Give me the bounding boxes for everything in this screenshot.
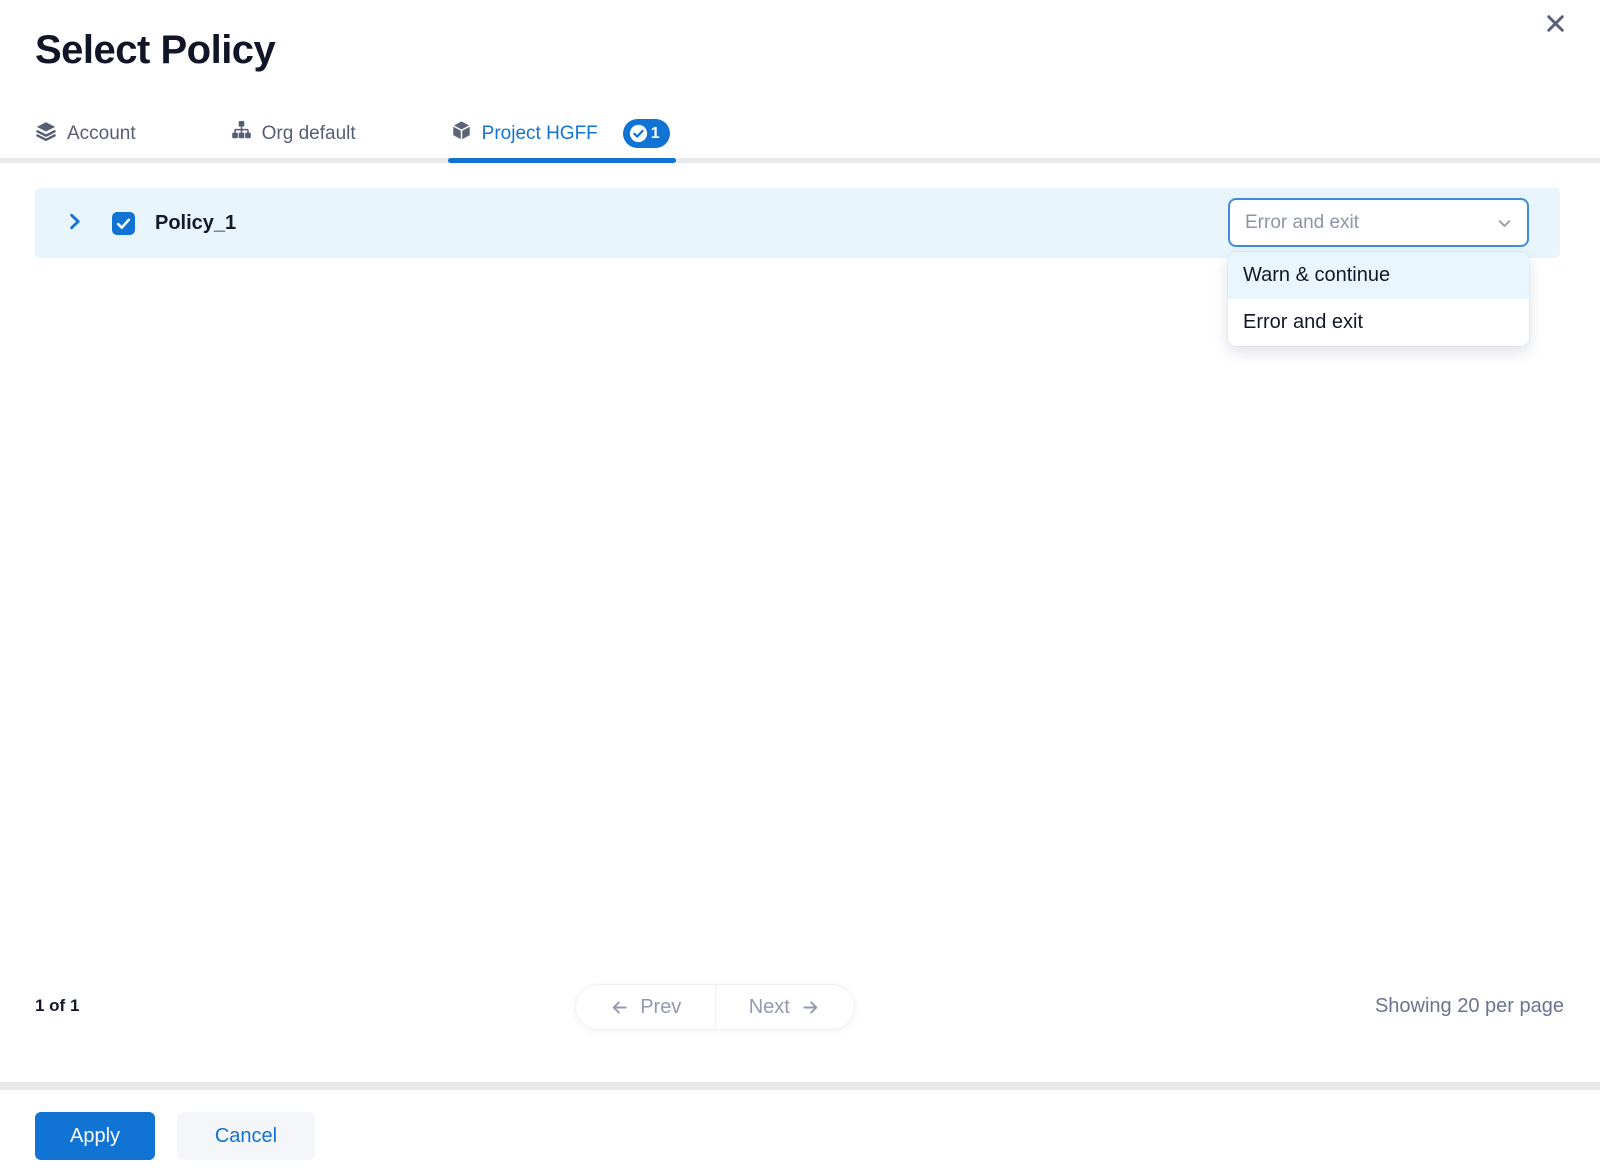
cube-icon [451, 120, 472, 147]
action-select-value: Error and exit [1245, 212, 1359, 234]
chevron-right-icon [63, 210, 86, 236]
arrow-right-icon [800, 997, 821, 1018]
layers-icon [35, 120, 57, 148]
page-title: Select Policy [35, 28, 275, 73]
per-page-text: Showing 20 per page [1375, 995, 1564, 1018]
selected-count-badge: 1 [623, 119, 670, 148]
tab-org-default[interactable]: Org default [231, 109, 356, 158]
close-button[interactable] [1538, 8, 1572, 42]
tab-account-label: Account [67, 124, 136, 143]
select-policy-modal: Select Policy Account [0, 0, 1600, 1171]
arrow-left-icon [609, 997, 630, 1018]
apply-button[interactable]: Apply [35, 1112, 155, 1160]
policy-name: Policy_1 [155, 212, 236, 235]
tab-project-hgff-label: Project HGFF [482, 124, 598, 143]
expand-row-button[interactable] [62, 211, 86, 235]
tabs-divider [0, 158, 1600, 163]
next-button[interactable]: Next [716, 985, 855, 1029]
pager: Prev Next [575, 984, 855, 1030]
cancel-button[interactable]: Cancel [177, 1112, 315, 1160]
badge-count: 1 [651, 125, 660, 143]
footer-divider [0, 1082, 1600, 1090]
check-icon [115, 215, 132, 232]
tab-bar: Account Org default Project [35, 109, 765, 158]
menu-option-error-exit[interactable]: Error and exit [1228, 299, 1529, 346]
action-select[interactable]: Error and exit [1228, 198, 1529, 247]
close-icon [1543, 11, 1568, 39]
tab-project-hgff[interactable]: Project HGFF 1 [451, 109, 670, 158]
prev-label: Prev [640, 996, 681, 1019]
prev-button[interactable]: Prev [576, 985, 716, 1029]
page-info: 1 of 1 [35, 996, 79, 1016]
check-circle-icon [629, 124, 648, 143]
action-select-menu: Warn & continue Error and exit [1228, 252, 1529, 346]
next-label: Next [749, 996, 790, 1019]
menu-option-warn-continue[interactable]: Warn & continue [1228, 252, 1529, 299]
policy-checkbox[interactable] [112, 212, 135, 235]
policy-row: Policy_1 Error and exit Warn & continue … [35, 188, 1560, 258]
org-chart-icon [231, 120, 252, 147]
chevron-down-icon [1494, 213, 1515, 239]
tab-org-default-label: Org default [262, 124, 356, 143]
tab-account[interactable]: Account [35, 109, 136, 158]
